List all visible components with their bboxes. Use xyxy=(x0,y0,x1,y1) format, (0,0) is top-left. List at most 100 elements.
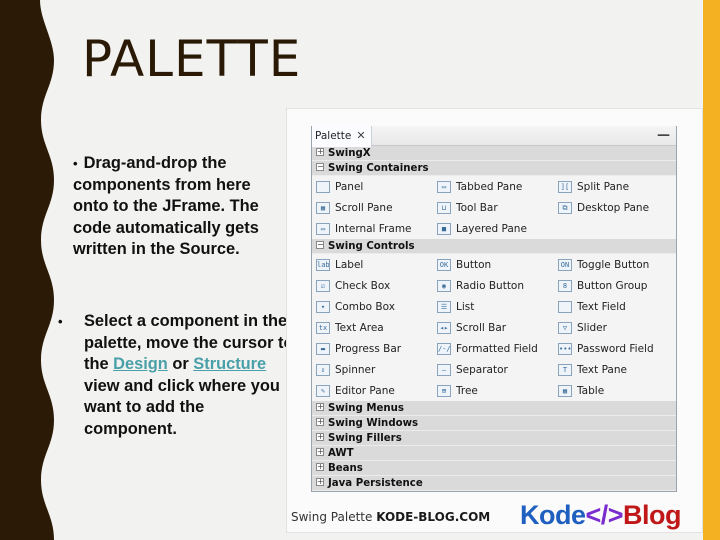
palette-item-panel[interactable]: Panel xyxy=(312,176,433,197)
section-label: Beans xyxy=(328,463,363,474)
palette-item-label: Panel xyxy=(335,180,364,193)
caption-text: Swing Palette xyxy=(291,510,377,524)
logo-blog: Blog xyxy=(623,500,682,530)
palette-item-desktop-pane[interactable]: ⧉ Desktop Pane xyxy=(554,197,675,218)
palette-item-progress-bar[interactable]: ▬ Progress Bar xyxy=(312,338,433,359)
palette-item-toggle-button[interactable]: ON Toggle Button xyxy=(554,254,675,275)
section-swing-containers[interactable]: − Swing Containers xyxy=(312,161,676,176)
palette-item-check-box[interactable]: ☑ Check Box xyxy=(312,275,433,296)
section-swing-menus[interactable]: + Swing Menus xyxy=(312,401,676,416)
section-swing-windows[interactable]: + Swing Windows xyxy=(312,416,676,431)
palette-item-list[interactable]: ☰ List xyxy=(433,296,554,317)
logo-tag: </> xyxy=(585,500,624,530)
section-beans[interactable]: + Beans xyxy=(312,461,676,476)
minimize-icon[interactable]: — xyxy=(657,128,670,143)
accent-strip xyxy=(703,0,720,540)
caption-site: KODE-BLOG.COM xyxy=(376,510,491,524)
section-label: SwingX xyxy=(328,148,371,159)
toggle-button-icon: ON xyxy=(558,258,572,271)
section-swing-controls[interactable]: − Swing Controls xyxy=(312,239,676,254)
palette-item-text-pane[interactable]: T Text Pane xyxy=(554,359,675,380)
palette-item-tabbed-pane[interactable]: ▭ Tabbed Pane xyxy=(433,176,554,197)
expand-icon[interactable]: + xyxy=(316,463,324,471)
password-field-icon: ••• xyxy=(558,342,572,355)
tool-bar-icon: ⊔ xyxy=(437,201,451,214)
expand-icon[interactable]: + xyxy=(316,418,324,426)
section-label: Swing Controls xyxy=(328,241,415,252)
formatted-field-icon: /-/ xyxy=(437,342,451,355)
containers-grid: Panel ▭ Tabbed Pane][Split Pane ▦ Scroll Pan… xyxy=(312,176,676,239)
label-icon: labe xyxy=(316,258,330,271)
design-link[interactable]: Design xyxy=(113,355,168,373)
separator-icon: — xyxy=(437,363,451,376)
palette-item-label: Tree xyxy=(456,384,478,397)
palette-item-label: Toggle Button xyxy=(577,258,650,271)
palette-item-layered-pane[interactable]: ■ Layered Pane xyxy=(433,218,554,239)
palette-item-label: Progress Bar xyxy=(335,342,402,355)
palette-item-label: Text Area xyxy=(335,321,384,334)
tree-icon: ⊞ xyxy=(437,384,451,397)
palette-item-button[interactable]: OK Button xyxy=(433,254,554,275)
palette-item-tree[interactable]: ⊞ Tree xyxy=(433,380,554,401)
expand-icon[interactable]: + xyxy=(316,433,324,441)
internal-frame-icon: ▭ xyxy=(316,222,330,235)
palette-item-label: Text Field xyxy=(577,300,626,313)
bullet-item: • Drag-and-drop the components from here … xyxy=(73,153,288,261)
text-field-icon xyxy=(558,300,572,313)
palette-item-scroll-pane[interactable]: ▦ Scroll Pane xyxy=(312,197,433,218)
structure-link[interactable]: Structure xyxy=(193,355,266,373)
palette-item-label: Formatted Field xyxy=(456,342,538,355)
tab-palette[interactable]: Palette ✕ xyxy=(312,126,372,147)
bullet-item: • Select a component in the palette, mov… xyxy=(58,311,298,441)
bullet-text-part: view and click where you want to add the… xyxy=(84,376,280,438)
palette-item-button-group[interactable]: 8 Button Group xyxy=(554,275,675,296)
scroll-pane-icon: ▦ xyxy=(316,201,330,214)
kode-blog-logo: Kode</>Blog xyxy=(520,500,682,531)
collapse-icon[interactable]: − xyxy=(316,241,324,249)
palette-item-text-field[interactable]: Text Field xyxy=(554,296,675,317)
palette-item-internal-frame[interactable]: ▭ Internal Frame xyxy=(312,218,433,239)
expand-icon[interactable]: + xyxy=(316,478,324,486)
palette-item-label: List xyxy=(456,300,475,313)
palette-item-label: Spinner xyxy=(335,363,376,376)
palette-item-radio-button[interactable]: ◉ Radio Button xyxy=(433,275,554,296)
palette-item-split-pane[interactable]: ][Split Pane xyxy=(554,176,675,197)
palette-item-password-field[interactable]: ••• Password Field xyxy=(554,338,675,359)
button-group-icon: 8 xyxy=(558,279,572,292)
tab-label: Palette xyxy=(315,130,352,142)
section-label: Swing Containers xyxy=(328,163,429,174)
palette-item-label: Label xyxy=(335,258,364,271)
palette-item-scroll-bar[interactable]: ◂▸ Scroll Bar xyxy=(433,317,554,338)
section-label: Swing Menus xyxy=(328,403,404,414)
combo-box-icon: ▾ xyxy=(316,300,330,313)
palette-item-text-area[interactable]: tx Text Area xyxy=(312,317,433,338)
section-swingx[interactable]: + SwingX xyxy=(312,146,676,161)
palette-item-spinner[interactable]: ⇕ Spinner xyxy=(312,359,433,380)
close-icon[interactable]: ✕ xyxy=(356,129,365,142)
palette-item-separator[interactable]: — Separator xyxy=(433,359,554,380)
check-box-icon: ☑ xyxy=(316,279,330,292)
palette-item-label: Tool Bar xyxy=(456,201,498,214)
bullet-marker: • xyxy=(73,156,78,171)
palette-item-table[interactable]: ▦ Table xyxy=(554,380,675,401)
palette-item-label: Button xyxy=(456,258,492,271)
palette-item-label: Button Group xyxy=(577,279,648,292)
palette-item-formatted-field[interactable]: /-/ Formatted Field xyxy=(433,338,554,359)
section-label: Java Persistence xyxy=(328,478,423,489)
layered-pane-icon: ■ xyxy=(437,222,451,235)
palette-item-label: Tabbed Pane xyxy=(456,180,523,193)
palette-item-editor-pane[interactable]: ✎ Editor Pane xyxy=(312,380,433,401)
palette-item-label[interactable]: labe Label xyxy=(312,254,433,275)
desktop-pane-icon: ⧉ xyxy=(558,201,572,214)
section-awt[interactable]: + AWT xyxy=(312,446,676,461)
palette-item-combo-box[interactable]: ▾ Combo Box xyxy=(312,296,433,317)
section-swing-fillers[interactable]: + Swing Fillers xyxy=(312,431,676,446)
section-java-persistence[interactable]: + Java Persistence xyxy=(312,476,676,491)
palette-item-slider[interactable]: ▽ Slider xyxy=(554,317,675,338)
collapse-icon[interactable]: − xyxy=(316,163,324,171)
expand-icon[interactable]: + xyxy=(316,403,324,411)
controls-grid: labe Label OK Button ON Toggle Button ☑ Check B… xyxy=(312,254,676,401)
palette-item-tool-bar[interactable]: ⊔ Tool Bar xyxy=(433,197,554,218)
expand-icon[interactable]: + xyxy=(316,448,324,456)
expand-icon[interactable]: + xyxy=(316,148,324,156)
